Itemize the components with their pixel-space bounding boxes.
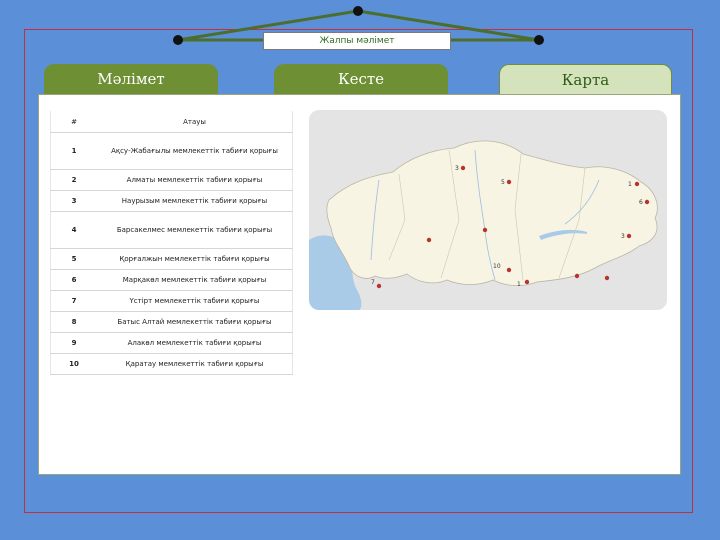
row-name: Наурызым мемлекеттік табиғи қорығы: [97, 190, 293, 212]
table-row: 2 Алматы мемлекеттік табиғи қорығы: [50, 169, 293, 191]
table-row: 4 Барсакелмес мемлекеттік табиғи қорығы: [50, 211, 293, 249]
kazakhstan-map: 3 5 1 6 3 10 1 7: [309, 110, 667, 310]
marker-label: 1: [628, 181, 632, 188]
reserve-marker: [644, 199, 650, 205]
table-row: 3 Наурызым мемлекеттік табиғи қорығы: [50, 190, 293, 212]
hanger-decoration: [173, 6, 544, 45]
row-name: Қаратау мемлекеттік табиғи қорығы: [97, 353, 293, 375]
row-number: 1: [50, 132, 97, 170]
table-row: 6 Марқакөл мемлекеттік табиғи қорығы: [50, 269, 293, 291]
table-row: 1 Ақсу-Жабағылы мемлекеттік табиғи қорығ…: [50, 132, 293, 170]
table-row: 10 Қаратау мемлекеттік табиғи қорығы: [50, 353, 293, 375]
tab-map[interactable]: Карта: [499, 64, 672, 96]
table-row: 8 Батыс Алтай мемлекеттік табиғи қорығы: [50, 311, 293, 333]
row-name: Үстірт мемлекеттік табиғи қорығы: [97, 290, 293, 312]
reserve-marker: [460, 165, 466, 171]
row-number: 3: [50, 190, 97, 212]
reserve-marker: [482, 227, 488, 233]
table-row: 7 Үстірт мемлекеттік табиғи қорығы: [50, 290, 293, 312]
marker-label: 3: [621, 233, 625, 240]
marker-label: 7: [371, 279, 375, 286]
reserve-marker: [634, 181, 640, 187]
row-number: 7: [50, 290, 97, 312]
column-header-number: #: [50, 111, 97, 133]
row-number: 2: [50, 169, 97, 191]
row-name: Марқакөл мемлекеттік табиғи қорығы: [97, 269, 293, 291]
row-name: Барсакелмес мемлекеттік табиғи қорығы: [97, 211, 293, 249]
row-number: 5: [50, 248, 97, 270]
reserve-marker: [426, 237, 432, 243]
row-number: 4: [50, 211, 97, 249]
reserve-marker: [506, 267, 512, 273]
row-number: 6: [50, 269, 97, 291]
reserves-table: # Атауы 1 Ақсу-Жабағылы мемлекеттік таби…: [50, 111, 293, 375]
table-row: 5 Қорғалжын мемлекеттік табиғи қорығы: [50, 248, 293, 270]
page-title: Жалпы мәлімет: [263, 32, 451, 50]
row-number: 10: [50, 353, 97, 375]
tab-info[interactable]: Мәлімет: [44, 64, 218, 96]
tab-table[interactable]: Кесте: [274, 64, 448, 96]
row-number: 9: [50, 332, 97, 354]
table-row: 9 Алакөл мемлекеттік табиғи қорығы: [50, 332, 293, 354]
reserve-marker: [574, 273, 580, 279]
marker-label: 1: [517, 281, 521, 288]
reserve-marker: [604, 275, 610, 281]
row-number: 8: [50, 311, 97, 333]
row-name: Қорғалжын мемлекеттік табиғи қорығы: [97, 248, 293, 270]
row-name: Алматы мемлекеттік табиғи қорығы: [97, 169, 293, 191]
reserve-marker: [524, 279, 530, 285]
reserve-marker: [626, 233, 632, 239]
column-header-name: Атауы: [97, 111, 293, 133]
marker-label: 6: [639, 199, 643, 206]
row-name: Ақсу-Жабағылы мемлекеттік табиғи қорығы: [97, 132, 293, 170]
reserve-marker: [376, 283, 382, 289]
marker-label: 3: [455, 165, 459, 172]
marker-label: 5: [501, 179, 505, 186]
marker-label: 10: [493, 263, 501, 270]
reserve-marker: [506, 179, 512, 185]
row-name: Алакөл мемлекеттік табиғи қорығы: [97, 332, 293, 354]
row-name: Батыс Алтай мемлекеттік табиғи қорығы: [97, 311, 293, 333]
table-header-row: # Атауы: [50, 111, 293, 133]
map-graphic: 3 5 1 6 3 10 1 7: [309, 110, 667, 310]
